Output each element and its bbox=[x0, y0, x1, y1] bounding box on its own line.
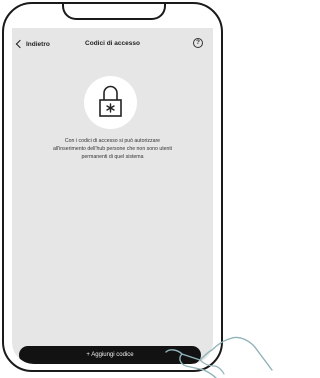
info-description: Con i codici di accesso si può autorizza… bbox=[52, 138, 173, 161]
phone-notch bbox=[62, 4, 166, 20]
page-title: Codici di accesso bbox=[85, 40, 140, 47]
app-screen: Indietro Codici di accesso ? Con i codic… bbox=[12, 28, 213, 364]
help-button[interactable]: ? bbox=[193, 38, 203, 48]
illustration-stage: Indietro Codici di accesso ? Con i codic… bbox=[0, 0, 278, 378]
lock-icon-circle bbox=[84, 76, 137, 129]
header-bar: Indietro Codici di accesso ? bbox=[12, 36, 213, 52]
hand-tap-icon bbox=[165, 336, 273, 378]
padlock-asterisk-icon bbox=[99, 85, 122, 117]
phone-frame: Indietro Codici di accesso ? Con i codic… bbox=[2, 2, 223, 372]
